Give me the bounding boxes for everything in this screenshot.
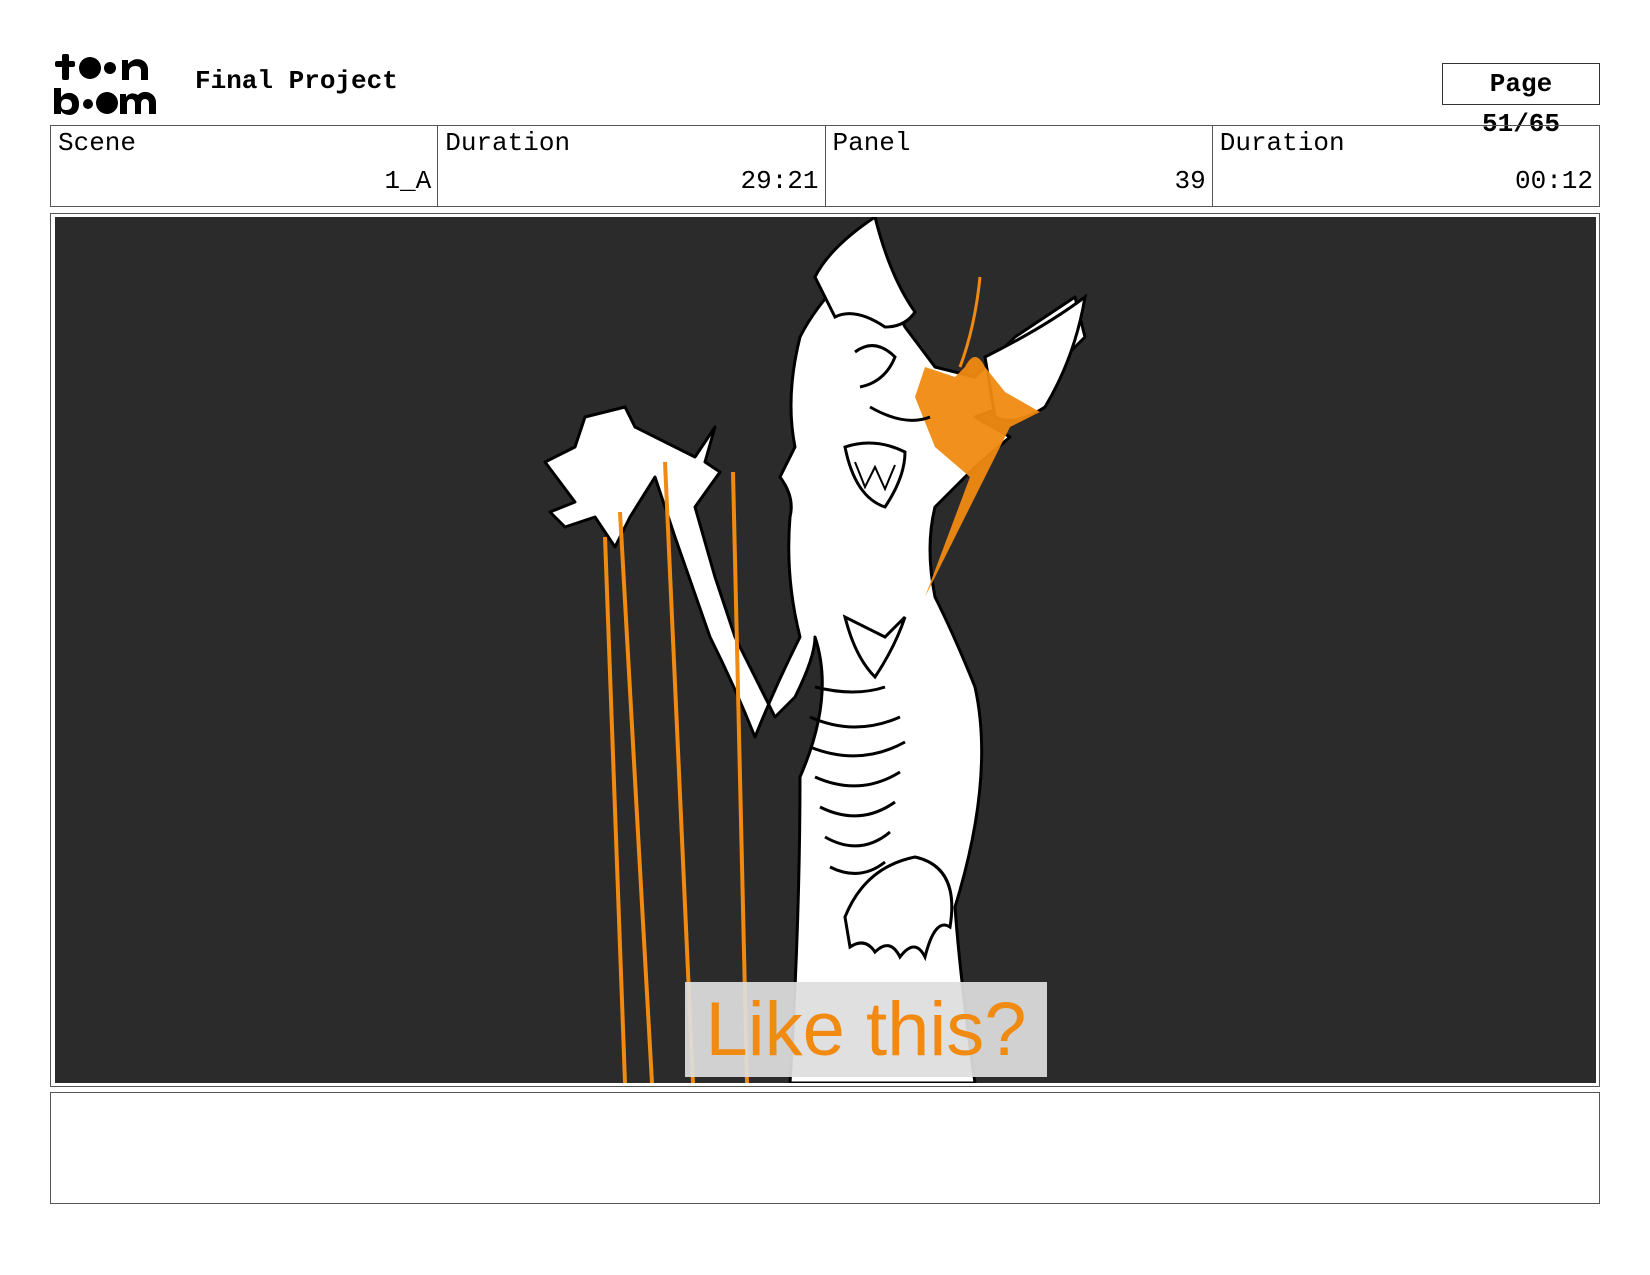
panel-cell: Panel 39 xyxy=(826,126,1213,206)
panel-info-row: Scene 1_A Duration 29:21 Panel 39 Durati… xyxy=(50,125,1600,207)
creature-illustration xyxy=(543,217,1088,1083)
scene-duration-value: 29:21 xyxy=(740,166,819,196)
panel-duration-label: Duration xyxy=(1219,128,1345,158)
scene-label: Scene xyxy=(58,128,137,158)
project-title: Final Project xyxy=(195,66,398,96)
scene-cell: Scene 1_A xyxy=(51,126,439,206)
panel-image xyxy=(55,217,1596,1083)
scene-duration-cell: Duration 29:21 xyxy=(438,126,826,206)
panel-label: Panel xyxy=(832,128,911,158)
panel-duration-value: 00:12 xyxy=(1514,166,1593,196)
caption-overlay: Like this? xyxy=(685,982,1047,1077)
dialogue-notes-box[interactable] xyxy=(50,1092,1600,1204)
scene-value: 1_A xyxy=(384,166,432,196)
panel-duration-cell: Duration 00:12 xyxy=(1213,126,1599,206)
toon-boom-logo xyxy=(52,52,172,116)
scene-duration-label: Duration xyxy=(445,128,571,158)
panel-value: 39 xyxy=(1174,166,1206,196)
page-indicator: Page 51/65 xyxy=(1442,63,1600,139)
